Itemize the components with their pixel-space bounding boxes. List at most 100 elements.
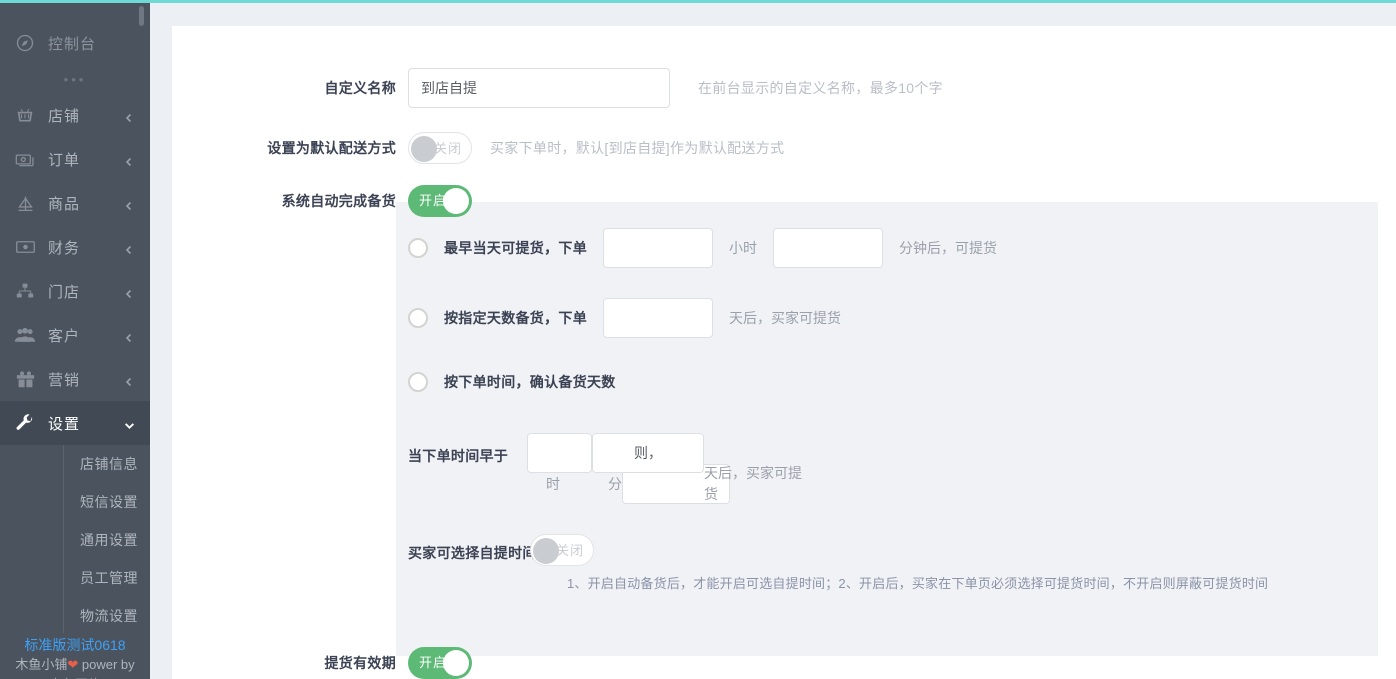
sitemap-icon	[14, 280, 36, 302]
delivery-settings-card: 自定义名称 在前台显示的自定义名称，最多10个字 设置为默认配送方式 关闭 买家…	[172, 26, 1396, 679]
sidebar-brand-label: 木鱼小铺	[15, 657, 68, 672]
row-pickup-validity: 提货有效期 开启	[172, 647, 1396, 679]
sidebar-item-settings[interactable]: 设置	[0, 401, 150, 445]
sidebar-subitem-staff-management[interactable]: 员工管理	[0, 559, 150, 597]
sidebar: 控制台 ••• 店铺 订单 商品 财务 门店 客户 营销 设置 店铺信息 短信设…	[0, 0, 150, 679]
heart-icon: ❤	[67, 657, 79, 672]
content-top-strip	[172, 0, 1396, 26]
sidebar-item-label: 店铺	[48, 107, 81, 125]
time-rule-tail: 天后，买家可提货	[704, 465, 802, 502]
main-content: 自定义名称 在前台显示的自定义名称，最多10个字 设置为默认配送方式 关闭 买家…	[172, 0, 1396, 679]
default-shipping-label: 设置为默认配送方式	[267, 140, 396, 156]
sidebar-subitem-general-settings[interactable]: 通用设置	[0, 521, 150, 559]
time-rule-hour-input[interactable]	[527, 433, 592, 473]
sidebar-scrollbar[interactable]	[139, 3, 147, 633]
chevron-left-icon	[124, 242, 134, 255]
sidebar-item-label: 订单	[48, 151, 81, 169]
time-rule-then-select[interactable]: 则，	[592, 433, 704, 473]
option-fixed-days-label: 按指定天数备货，下单	[444, 310, 587, 326]
fixed-days-input[interactable]	[603, 298, 713, 338]
sidebar-footer: 标准版测试0618 木鱼小铺❤ power by 木鱼网络	[0, 633, 150, 679]
sidebar-item-label: 财务	[48, 239, 81, 257]
sidebar-version-label: 标准版测试0618	[24, 637, 126, 653]
sidebar-item-marketing[interactable]: 营销	[0, 357, 150, 401]
chevron-left-icon	[124, 330, 134, 343]
auto-stock-option-fixed-days[interactable]: 按指定天数备货，下单 天后，买家可提货	[408, 298, 841, 338]
pickup-validity-toggle[interactable]: 开启	[408, 647, 472, 679]
compass-icon	[14, 32, 36, 54]
custom-name-input[interactable]	[408, 68, 670, 108]
time-rule-hour-unit: 时	[546, 476, 560, 492]
sidebar-powered-by: 木鱼小铺❤ power by	[0, 655, 150, 675]
same-day-hour-unit: 小时	[729, 240, 757, 256]
sidebar-submenu-settings: 店铺信息 短信设置 通用设置 员工管理 物流设置	[0, 445, 150, 633]
sidebar-ellipsis: •••	[63, 71, 87, 87]
custom-name-hint: 在前台显示的自定义名称，最多10个字	[698, 80, 943, 96]
sidebar-subitem-sms-settings[interactable]: 短信设置	[0, 483, 150, 521]
sidebar-item-dashboard[interactable]: 控制台	[0, 21, 150, 65]
submenu-guide-line	[63, 445, 64, 633]
option-by-order-time-label: 按下单时间，确认备货天数	[444, 374, 616, 390]
users-icon	[14, 324, 36, 346]
radio-by-order-time[interactable]	[408, 372, 428, 392]
time-rule-block: 当下单时间早于 时 分 则， 天后，买家可提货	[408, 432, 1108, 522]
time-rule-then-label: 则，	[634, 445, 662, 461]
default-shipping-toggle[interactable]: 关闭	[408, 132, 472, 164]
sidebar-subitem-logistics-settings[interactable]: 物流设置	[0, 597, 150, 633]
sidebar-power-label: power by	[78, 657, 135, 672]
pickup-time-label: 买家可选择自提时间	[408, 545, 537, 561]
auto-stock-option-same-day[interactable]: 最早当天可提货，下单 小时 分钟后，可提货	[408, 228, 997, 268]
chevron-left-icon	[124, 198, 134, 211]
chevron-down-icon	[124, 418, 135, 430]
time-rule-minute-unit: 分	[608, 476, 622, 492]
same-day-hours-input[interactable]	[603, 228, 713, 268]
sidebar-item-stores[interactable]: 门店	[0, 269, 150, 313]
sidebar-item-shop[interactable]: 店铺	[0, 93, 150, 137]
scales-icon	[14, 192, 36, 214]
chevron-left-icon	[124, 286, 134, 299]
same-day-minutes-input[interactable]	[773, 228, 883, 268]
time-rule-label: 当下单时间早于	[408, 448, 509, 464]
option-same-day-label: 最早当天可提货，下单	[444, 240, 587, 256]
row-custom-name: 自定义名称 在前台显示的自定义名称，最多10个字	[172, 68, 1396, 108]
radio-fixed-days[interactable]	[408, 308, 428, 328]
wrench-icon	[14, 412, 36, 434]
sidebar-gap	[150, 0, 172, 679]
auto-stock-option-by-order-time[interactable]: 按下单时间，确认备货天数	[408, 372, 616, 392]
bill-icon	[14, 236, 36, 258]
chevron-left-icon	[124, 110, 134, 123]
sidebar-item-label: 设置	[48, 415, 81, 433]
same-day-suffix: 分钟后，可提货	[899, 240, 997, 256]
chevron-left-icon	[124, 154, 134, 167]
app-root: 控制台 ••• 店铺 订单 商品 财务 门店 客户 营销 设置 店铺信息 短信设…	[0, 0, 1396, 679]
toggle-state-label: 开启	[419, 655, 448, 670]
row-default-shipping: 设置为默认配送方式 关闭 买家下单时，默认[到店自提]作为默认配送方式	[172, 132, 1396, 164]
custom-name-label: 自定义名称	[324, 80, 396, 96]
toggle-state-label: 关闭	[555, 543, 584, 558]
sidebar-item-label: 客户	[48, 327, 81, 345]
sidebar-company-label: 木鱼网络	[0, 675, 150, 679]
sidebar-item-customers[interactable]: 客户	[0, 313, 150, 357]
gift-icon	[14, 368, 36, 390]
sidebar-item-label: 商品	[48, 195, 81, 213]
sidebar-item-orders[interactable]: 订单	[0, 137, 150, 181]
sidebar-item-label: 控制台	[48, 35, 97, 53]
sidebar-item-finance[interactable]: 财务	[0, 225, 150, 269]
auto-stock-label: 系统自动完成备货	[281, 193, 396, 209]
sidebar-subitem-shop-info[interactable]: 店铺信息	[0, 445, 150, 483]
sidebar-scroll-area: 控制台 ••• 店铺 订单 商品 财务 门店 客户 营销 设置 店铺信息 短信设…	[0, 3, 150, 633]
pickup-validity-label: 提货有效期	[324, 655, 396, 671]
fixed-days-suffix: 天后，买家可提货	[729, 310, 841, 326]
sidebar-item-label: 营销	[48, 371, 81, 389]
default-shipping-hint: 买家下单时，默认[到店自提]作为默认配送方式	[490, 140, 785, 156]
sidebar-item-products[interactable]: 商品	[0, 181, 150, 225]
toggle-state-label: 开启	[419, 193, 448, 208]
auto-stock-toggle[interactable]: 开启	[408, 185, 472, 217]
page-loading-bar	[0, 0, 1396, 3]
pickup-time-note: 1、开启自动备货后，才能开启可选自提时间；2、开启后，买家在下单页必须选择可提货…	[567, 576, 1269, 591]
radio-same-day[interactable]	[408, 238, 428, 258]
sidebar-scrollbar-thumb[interactable]	[139, 6, 144, 26]
pickup-time-toggle[interactable]: 关闭	[530, 534, 594, 566]
basket-icon	[14, 104, 36, 126]
sidebar-item-label: 门店	[48, 283, 81, 301]
